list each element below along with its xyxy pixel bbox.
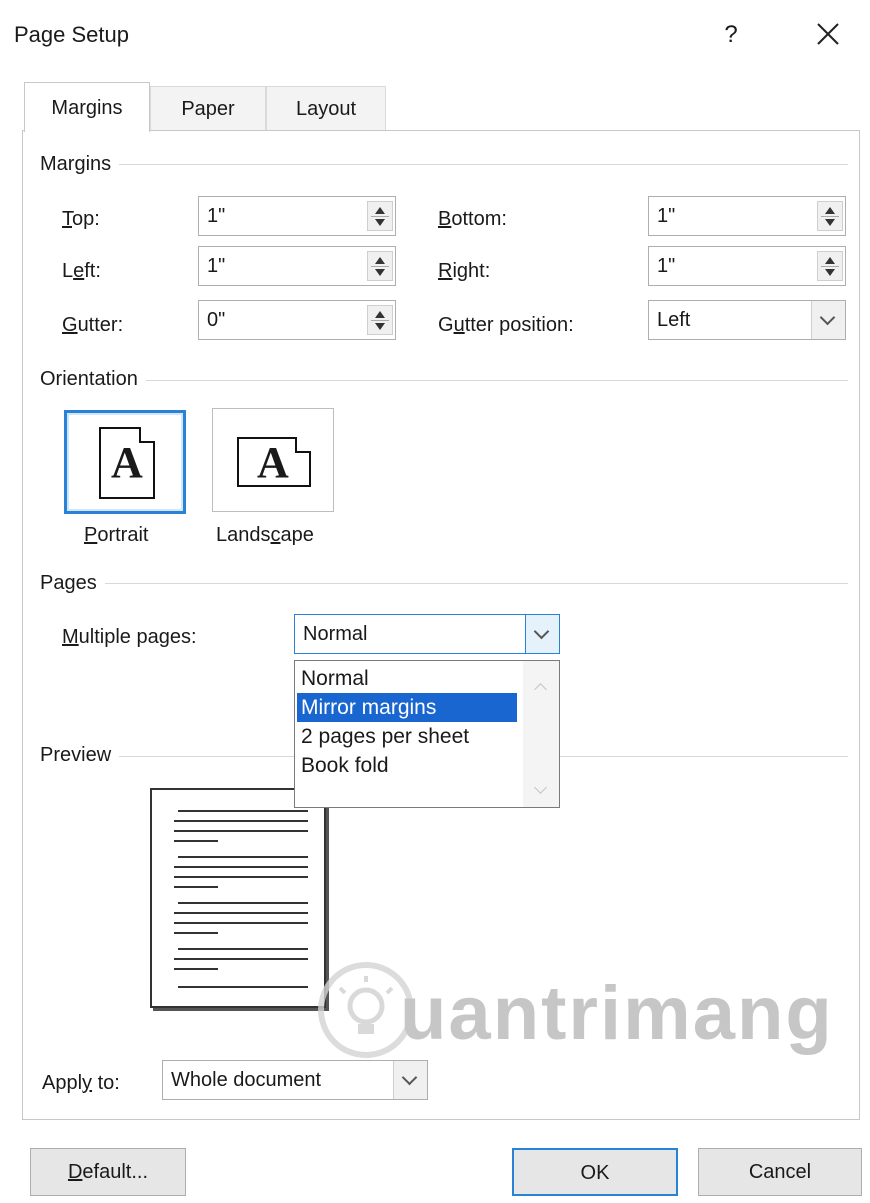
dropdown-option-2-pages-per-sheet[interactable]: 2 pages per sheet (297, 722, 517, 751)
landscape-option[interactable]: A (212, 408, 334, 512)
dropdown-option-book-fold[interactable]: Book fold (297, 751, 517, 780)
dropdown-option-normal[interactable]: Normal (297, 664, 517, 693)
top-margin-spinner[interactable]: 1" (198, 196, 396, 236)
left-margin-spinner[interactable]: 1" (198, 246, 396, 286)
right-label: Right: (438, 260, 491, 282)
margins-group-title: Margins (40, 153, 120, 176)
gutter-spinner[interactable]: 0" (198, 300, 396, 340)
apply-to-select[interactable]: Whole document (162, 1060, 428, 1100)
multiple-pages-dropdown-list: Normal Mirror margins 2 pages per sheet … (294, 660, 560, 808)
pages-group-title: Pages (40, 572, 105, 595)
spinner-arrows-icon[interactable] (367, 251, 393, 281)
spinner-arrows-icon[interactable] (817, 201, 843, 231)
close-icon (817, 23, 839, 45)
multiple-pages-label: Multiple pages: (62, 626, 197, 648)
portrait-option[interactable]: A (64, 410, 186, 514)
dialog-title: Page Setup (14, 22, 129, 47)
tab-paper[interactable]: Paper (150, 86, 266, 130)
gutter-position-label: Gutter position: (438, 314, 574, 336)
preview-group-title: Preview (40, 744, 120, 767)
dropdown-button[interactable] (525, 615, 559, 653)
spinner-arrows-icon[interactable] (367, 305, 393, 335)
apply-to-label: Apply to: (42, 1072, 120, 1094)
top-label: Top: (62, 208, 100, 230)
pages-group-divider (40, 583, 848, 584)
dropdown-button[interactable] (811, 301, 845, 339)
apply-to-value: Whole document (171, 1069, 322, 1091)
dropdown-button[interactable] (393, 1061, 427, 1099)
orientation-group-title: Orientation (40, 368, 146, 391)
close-button[interactable] (808, 14, 848, 54)
left-label: Left: (62, 260, 101, 282)
help-button[interactable]: ? (716, 18, 746, 52)
cancel-button[interactable]: Cancel (698, 1148, 862, 1196)
preview-page-thumbnail (150, 788, 326, 1008)
default-button[interactable]: Default... (30, 1148, 186, 1196)
chevron-down-icon (533, 623, 550, 640)
watermark-text: uantrimang (400, 971, 834, 1056)
spinner-arrows-icon[interactable] (367, 201, 393, 231)
scroll-down-icon[interactable] (534, 781, 547, 794)
chevron-down-icon (819, 309, 836, 326)
top-margin-value: 1" (207, 205, 226, 227)
ok-button[interactable]: OK (512, 1148, 678, 1196)
bottom-margin-value: 1" (657, 205, 676, 227)
dropdown-scrollbar[interactable] (523, 661, 559, 807)
landscape-label: Landscape (216, 524, 314, 546)
landscape-page-icon: A (237, 437, 311, 487)
gutter-value: 0" (207, 309, 226, 331)
tab-margins[interactable]: Margins (24, 82, 150, 132)
multiple-pages-select[interactable]: Normal (294, 614, 560, 654)
bottom-margin-spinner[interactable]: 1" (648, 196, 846, 236)
right-margin-value: 1" (657, 255, 676, 277)
right-margin-spinner[interactable]: 1" (648, 246, 846, 286)
gutter-label: Gutter: (62, 314, 124, 336)
gutter-position-value: Left (657, 309, 691, 331)
spinner-arrows-icon[interactable] (817, 251, 843, 281)
left-margin-value: 1" (207, 255, 226, 277)
scroll-up-icon[interactable] (534, 683, 547, 696)
dropdown-option-mirror-margins[interactable]: Mirror margins (297, 693, 517, 722)
bottom-label: Bottom: (438, 208, 507, 230)
gutter-position-select[interactable]: Left (648, 300, 846, 340)
portrait-page-icon: A (99, 427, 155, 499)
orientation-group-divider (40, 380, 848, 381)
portrait-label: Portrait (84, 524, 149, 546)
tab-layout[interactable]: Layout (266, 86, 386, 130)
chevron-down-icon (401, 1069, 418, 1086)
multiple-pages-value: Normal (303, 623, 368, 645)
margins-group-divider (40, 164, 848, 165)
